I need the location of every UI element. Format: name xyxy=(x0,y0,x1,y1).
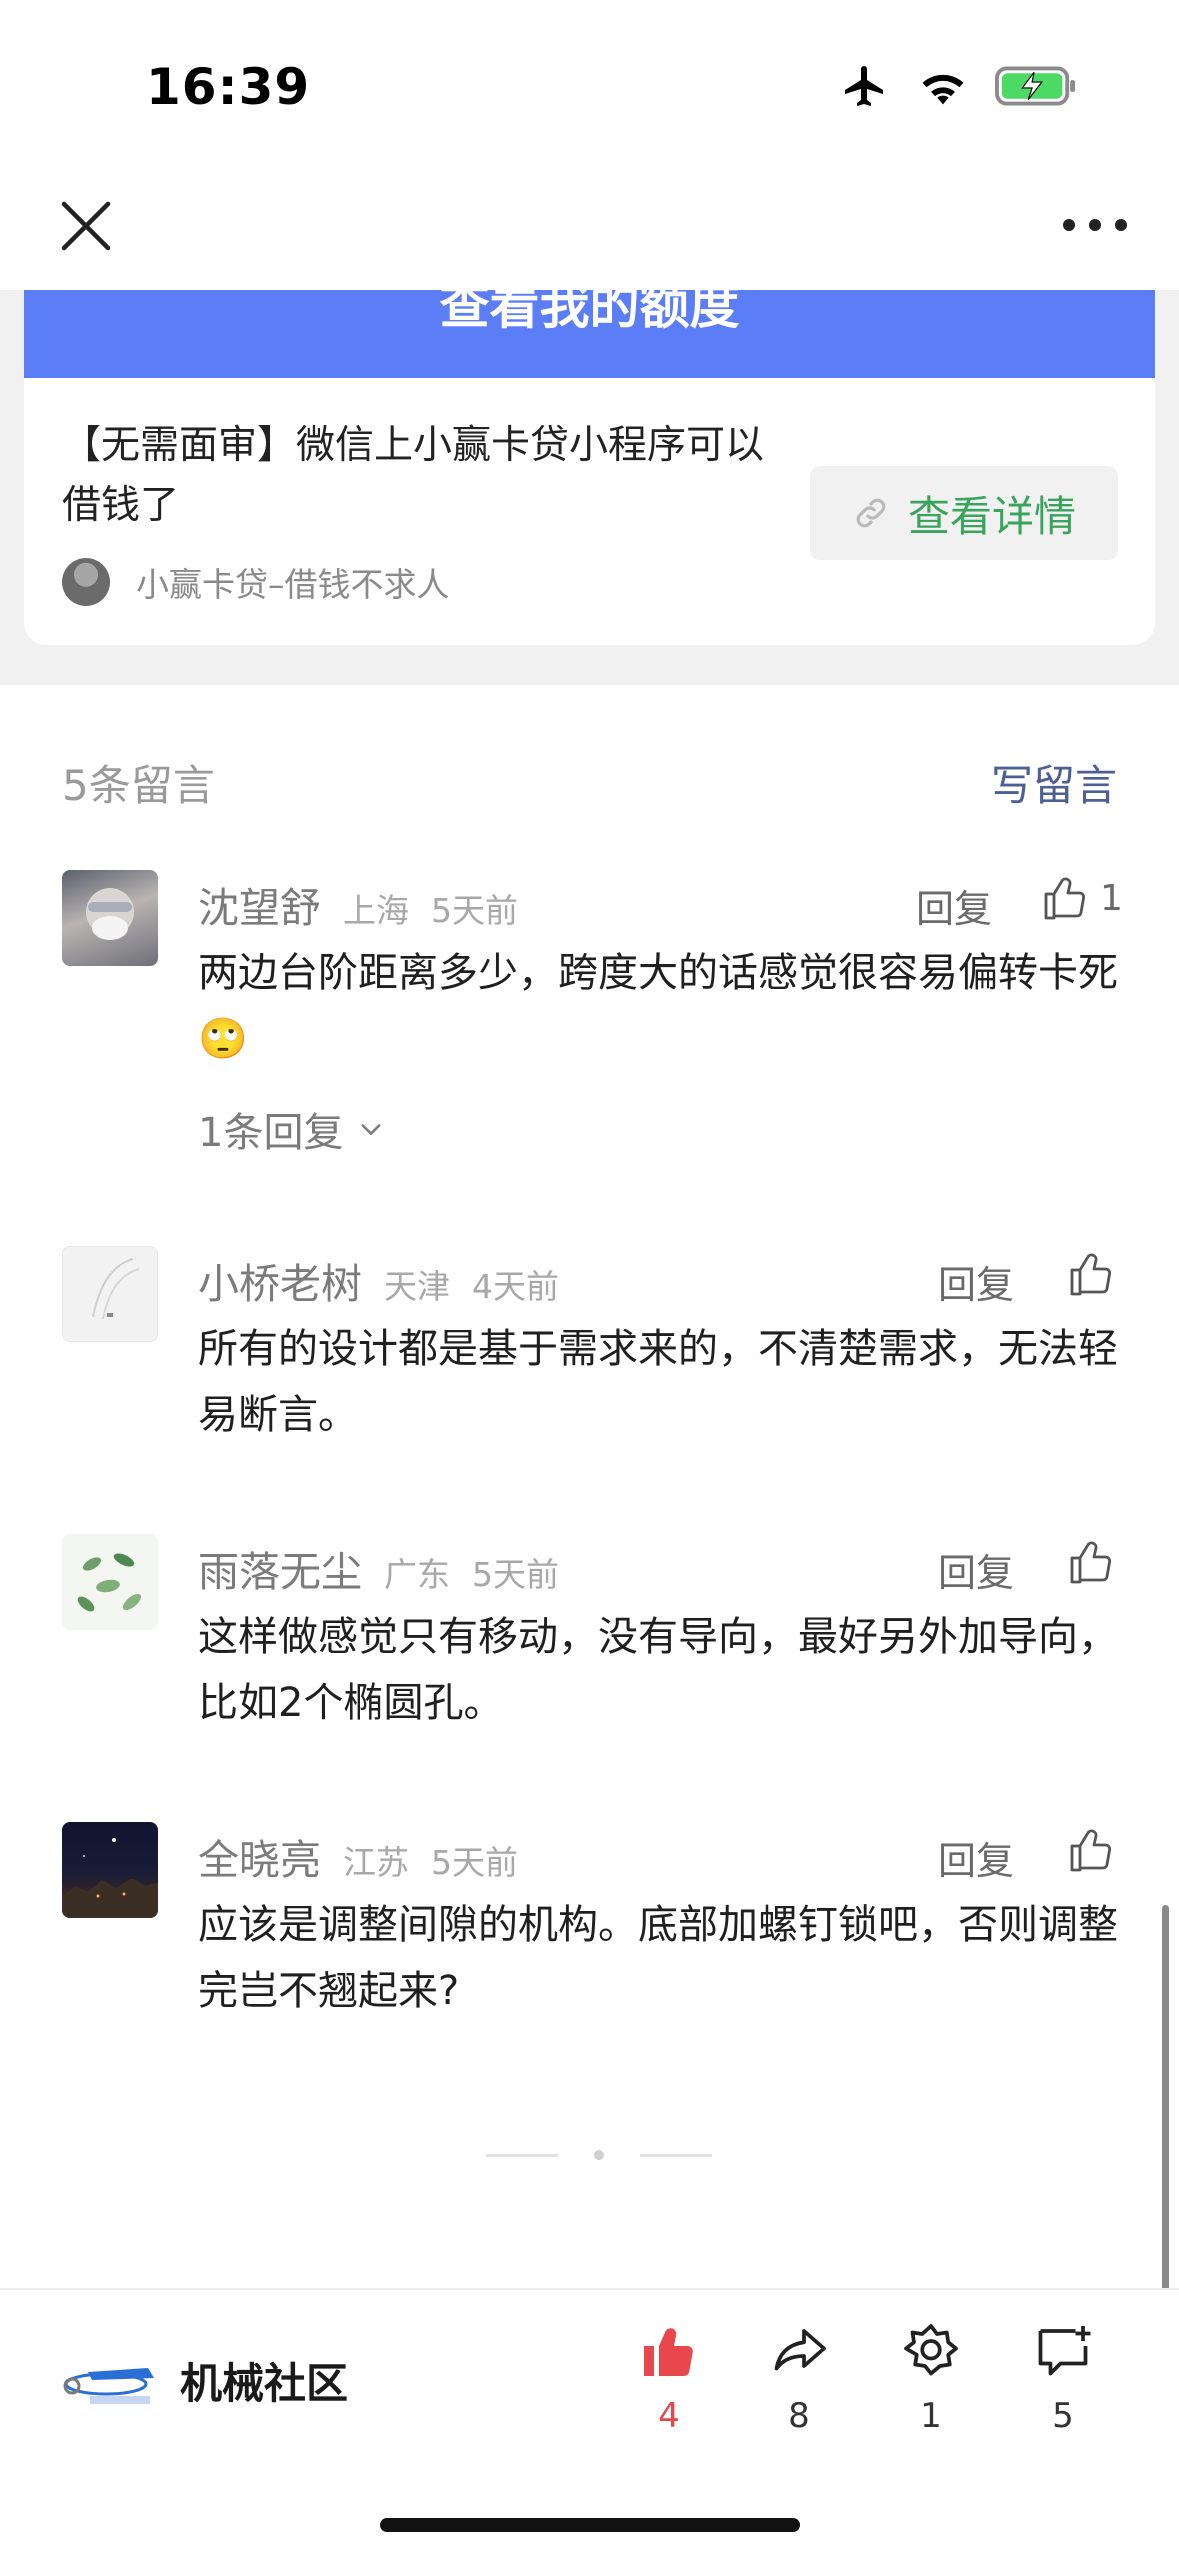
airplane-icon xyxy=(845,66,883,106)
status-icons xyxy=(839,62,1077,110)
commenter-avatar[interactable] xyxy=(62,1534,158,1630)
commenter-avatar[interactable] xyxy=(62,1246,158,1342)
comment-time: 5天前 xyxy=(431,1843,518,1882)
dot-icon xyxy=(1063,219,1075,231)
chevron-down-icon xyxy=(362,1124,381,1135)
ad-view-details-label: 查看详情 xyxy=(907,491,1076,541)
like-button[interactable] xyxy=(1066,1536,1114,1592)
ad-source: 小赢卡贷–借钱不求人 xyxy=(62,558,450,606)
close-button[interactable] xyxy=(58,198,114,254)
commenter-avatar[interactable] xyxy=(62,1822,158,1918)
commenter-name[interactable]: 小桥老树 xyxy=(198,1250,362,1310)
comment-region: 江苏 xyxy=(343,1843,409,1882)
wifi-icon xyxy=(922,74,964,105)
replies-label: 1条回复 xyxy=(198,1110,344,1156)
avatar-image-icon xyxy=(62,1838,158,1918)
close-icon xyxy=(61,201,111,251)
thumbs-up-icon xyxy=(1044,877,1086,920)
comment-time: 5天前 xyxy=(472,1555,559,1594)
ad-view-details-button[interactable]: 查看详情 xyxy=(810,466,1118,560)
thumbs-up-icon xyxy=(1070,1829,1112,1872)
brand-name[interactable]: 机械社区 xyxy=(180,2350,348,2411)
like-button[interactable] xyxy=(1066,1248,1114,1304)
end-dot xyxy=(594,2150,604,2160)
comment-action-button[interactable]: 5 xyxy=(1018,2320,1108,2436)
thumbs-up-icon xyxy=(1070,1541,1112,1584)
end-of-list-indicator xyxy=(486,2150,712,2160)
comment-text: 两边台阶距离多少，跨度大的话感觉很容易偏转卡死🙄 xyxy=(198,950,1118,1062)
commenter-name[interactable]: 雨落无尘 xyxy=(198,1538,362,1598)
comment-header: 小桥老树 天津 4天前 xyxy=(198,1250,559,1310)
reply-button[interactable]: 回复 xyxy=(916,878,992,933)
like-action-button[interactable]: 4 xyxy=(624,2320,714,2436)
comment-text: 所有的设计都是基于需求来的，不清楚需求，无法轻易断言。 xyxy=(198,1326,1118,1438)
wow-action-count: 1 xyxy=(920,2396,942,2436)
share-action-button[interactable]: 8 xyxy=(754,2320,844,2436)
comment-time: 4天前 xyxy=(472,1267,559,1306)
comment-region: 天津 xyxy=(384,1267,450,1306)
like-button[interactable] xyxy=(1066,1824,1114,1880)
thumbs-up-filled-icon xyxy=(644,2328,693,2376)
comment-text: 应该是调整间隙的机构。底部加螺钉锁吧，否则调整完岂不翘起来? xyxy=(198,1902,1118,2014)
like-button[interactable]: 1 xyxy=(1040,872,1123,924)
reply-button[interactable]: 回复 xyxy=(938,1254,1014,1309)
avatar-image-icon xyxy=(77,1553,142,1612)
end-line-right xyxy=(640,2153,712,2157)
like-action-count: 4 xyxy=(658,2396,680,2436)
status-time: 16:39 xyxy=(146,58,311,116)
comment-header: 全晓亮 江苏 5天前 xyxy=(198,1826,518,1886)
reply-button[interactable]: 回复 xyxy=(938,1830,1014,1885)
thumbs-up-icon xyxy=(1070,1253,1112,1296)
ad-title[interactable]: 【无需面审】微信上小赢卡贷小程序可以借钱了 xyxy=(62,416,802,536)
comment-icon xyxy=(1038,2326,1091,2376)
comment-region: 广东 xyxy=(384,1555,450,1594)
comment-text: 这样做感觉只有移动，没有导向，最好另外加导向，比如2个椭圆孔。 xyxy=(198,1614,1118,1726)
home-indicator[interactable] xyxy=(380,2518,800,2532)
comment-header: 沈望舒 上海 5天前 xyxy=(198,874,518,934)
brand-logo-icon xyxy=(63,2368,154,2404)
battery-charging-icon xyxy=(995,66,1076,106)
commenter-name[interactable]: 沈望舒 xyxy=(198,874,321,934)
dot-icon xyxy=(1115,219,1127,231)
write-comment-button[interactable]: 写留言 xyxy=(991,752,1117,813)
dot-icon xyxy=(1089,219,1101,231)
share-action-count: 8 xyxy=(788,2396,810,2436)
commenter-name[interactable]: 全晓亮 xyxy=(198,1826,321,1886)
brand-logo[interactable] xyxy=(60,2358,170,2414)
ad-banner[interactable]: 查看我的额度 xyxy=(24,290,1155,378)
ad-banner-text: 查看我的额度 xyxy=(439,290,740,335)
share-icon xyxy=(774,2329,826,2371)
comment-action-count: 5 xyxy=(1052,2396,1074,2436)
end-line-left xyxy=(486,2153,558,2157)
ad-source-name: 小赢卡贷–借钱不求人 xyxy=(136,565,450,604)
comment-header: 雨落无尘 广东 5天前 xyxy=(198,1538,559,1598)
bottom-toolbar xyxy=(0,2288,1179,2556)
ad-source-avatar xyxy=(62,558,110,606)
wow-action-button[interactable]: 1 xyxy=(886,2320,976,2436)
wow-icon xyxy=(904,2324,958,2376)
like-count: 1 xyxy=(1100,877,1123,919)
more-options-button[interactable] xyxy=(1063,210,1127,240)
reply-button[interactable]: 回复 xyxy=(938,1542,1014,1597)
avatar-image-icon xyxy=(86,888,134,940)
avatar-image-icon xyxy=(92,1258,140,1320)
comment-region: 上海 xyxy=(343,891,409,930)
view-replies-button[interactable]: 1条回复 xyxy=(198,1100,385,1158)
comment-count: 5条留言 xyxy=(62,761,215,810)
comment-time: 5天前 xyxy=(431,891,518,930)
commenter-avatar[interactable] xyxy=(62,870,158,966)
link-icon xyxy=(856,498,886,528)
